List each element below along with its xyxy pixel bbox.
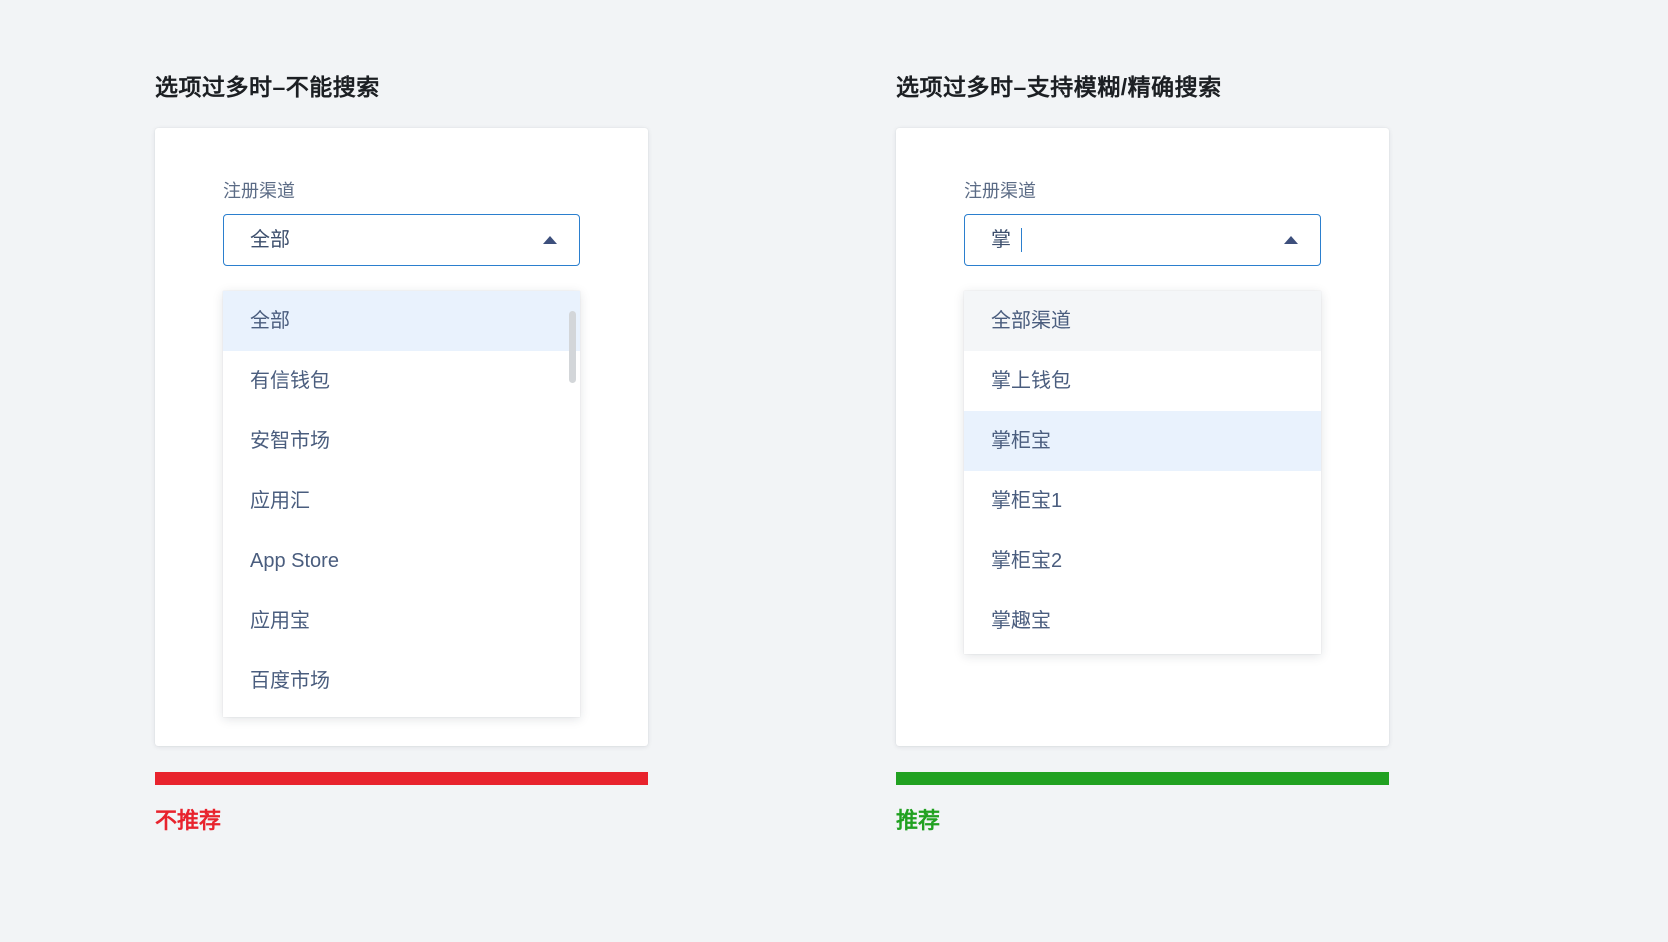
verdict-bar	[155, 772, 648, 785]
dropdown-option[interactable]: App Store	[223, 531, 580, 591]
dropdown-option[interactable]: 掌趣宝	[964, 591, 1321, 651]
register-channel-field: 注册渠道 掌	[964, 182, 1321, 266]
dropdown-option[interactable]: 应用汇	[223, 471, 580, 531]
dropdown-option[interactable]: 全部	[223, 291, 580, 351]
dropdown-option[interactable]: 掌柜宝2	[964, 531, 1321, 591]
register-channel-search-input[interactable]: 掌	[964, 214, 1321, 266]
register-channel-dropdown[interactable]: 全部渠道 掌上钱包 掌柜宝 掌柜宝1 掌柜宝2 掌趣宝	[964, 291, 1321, 654]
register-channel-field: 注册渠道 全部	[223, 182, 580, 266]
panel-title: 选项过多时–支持模糊/精确搜索	[896, 68, 1222, 102]
example-card: 注册渠道 掌 全部渠道 掌上钱包 掌柜宝 掌柜宝1 掌柜宝2 掌趣宝	[896, 128, 1389, 746]
field-label: 注册渠道	[223, 182, 580, 200]
example-card: 注册渠道 全部 全部 有信钱包 安智市场 应用汇 App Store 应用宝 百…	[155, 128, 648, 746]
dropdown-option[interactable]: 全部渠道	[964, 291, 1321, 351]
panel-title: 选项过多时–不能搜索	[155, 68, 380, 102]
register-channel-dropdown[interactable]: 全部 有信钱包 安智市场 应用汇 App Store 应用宝 百度市场	[223, 291, 580, 717]
dropdown-option[interactable]: 掌上钱包	[964, 351, 1321, 411]
dropdown-scrollbar[interactable]	[569, 297, 576, 711]
comparison-stage: 选项过多时–不能搜索 注册渠道 全部 全部 有信钱包 安智市场 应用汇 App …	[0, 0, 1668, 942]
select-value: 全部	[250, 230, 290, 250]
verdict-label: 不推荐	[155, 810, 221, 832]
verdict-bar	[896, 772, 1389, 785]
scrollbar-thumb[interactable]	[569, 311, 576, 383]
panel-searchable: 选项过多时–支持模糊/精确搜索 注册渠道 掌 全部渠道 掌上钱包 掌柜宝 掌柜宝…	[896, 0, 1426, 942]
dropdown-option[interactable]: 百度市场	[223, 651, 580, 711]
search-input-value: 掌	[991, 230, 1011, 250]
caret-up-icon[interactable]	[543, 236, 557, 244]
dropdown-option[interactable]: 应用宝	[223, 591, 580, 651]
panel-not-searchable: 选项过多时–不能搜索 注册渠道 全部 全部 有信钱包 安智市场 应用汇 App …	[155, 0, 685, 942]
dropdown-option[interactable]: 掌柜宝1	[964, 471, 1321, 531]
register-channel-select[interactable]: 全部	[223, 214, 580, 266]
dropdown-option[interactable]: 有信钱包	[223, 351, 580, 411]
dropdown-option[interactable]: 安智市场	[223, 411, 580, 471]
text-cursor	[1021, 228, 1022, 252]
caret-up-icon[interactable]	[1284, 236, 1298, 244]
verdict-label: 推荐	[896, 810, 940, 832]
field-label: 注册渠道	[964, 182, 1321, 200]
dropdown-option[interactable]: 掌柜宝	[964, 411, 1321, 471]
